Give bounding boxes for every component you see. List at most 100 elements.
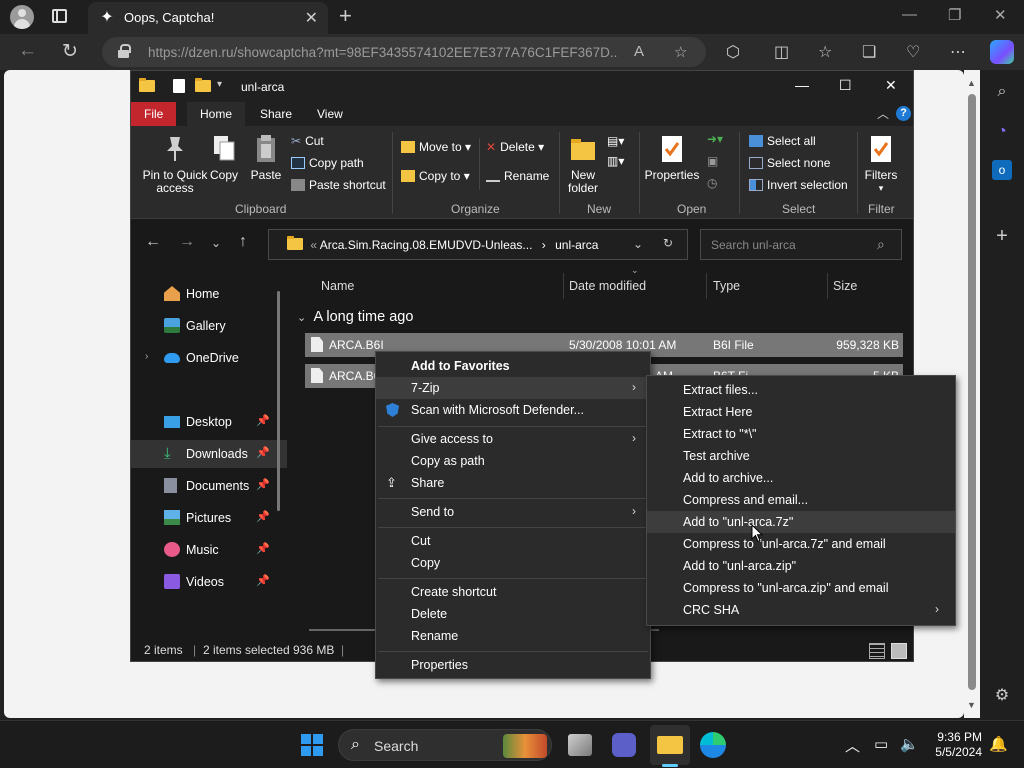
explorer-back-icon[interactable]: ← [145, 233, 161, 251]
collapse-ribbon-icon[interactable]: ︿ [877, 105, 889, 122]
show-hidden-icons-chevron-icon[interactable]: ︿ [845, 735, 860, 756]
url-field[interactable]: https://dzen.ru/showcaptcha?mt=98EF34355… [102, 37, 706, 67]
explorer-minimize-icon[interactable]: — [795, 77, 809, 93]
new-item-icon[interactable]: ▤▾ [607, 134, 624, 148]
submenu-item-add-to-archive[interactable]: Add to archive... [647, 467, 955, 489]
group-header[interactable]: ⌄ A long time ago [297, 309, 413, 325]
search-field[interactable]: Search unl-arca ⌕ [700, 229, 902, 260]
nav-item-gallery[interactable]: Gallery [131, 312, 287, 340]
large-icons-view-icon[interactable] [891, 643, 907, 659]
up-directory-icon[interactable]: ↑ [239, 233, 247, 251]
tab-close-icon[interactable]: ✕ [305, 8, 318, 28]
favorites-icon[interactable]: ☆ [818, 42, 832, 62]
paste-shortcut-button[interactable]: Paste shortcut [291, 178, 386, 192]
taskbar-search[interactable]: ⌕ Search [338, 729, 552, 761]
path-parent[interactable]: Arca.Sim.Racing.08.EMUDVD-Unleas... [320, 238, 533, 252]
path-field[interactable]: « Arca.Sim.Racing.08.EMUDVD-Unleas... › … [268, 229, 688, 260]
details-view-icon[interactable] [869, 643, 885, 659]
close-window-icon[interactable]: ✕ [994, 6, 1007, 24]
nav-item-downloads[interactable]: ⤓ Downloads 📌 [131, 440, 287, 468]
profile-avatar-icon[interactable] [10, 5, 34, 29]
column-header-size[interactable]: Size [833, 267, 857, 305]
column-separator[interactable] [827, 273, 828, 299]
move-to-button[interactable]: Move to ▾ [401, 140, 471, 154]
favorite-star-icon[interactable]: ☆ [674, 43, 687, 61]
split-screen-icon[interactable]: ◫ [774, 42, 789, 62]
column-separator[interactable] [706, 273, 707, 299]
easy-access-icon[interactable]: ▥▾ [607, 154, 624, 168]
submenu-item-add-to-zip[interactable]: Add to "unl-arca.zip" [647, 555, 955, 577]
menu-item-defender-scan[interactable]: Scan with Microsoft Defender... [376, 399, 650, 421]
page-scrollbar[interactable]: ▲ ▼ [964, 70, 980, 718]
refresh-icon[interactable]: ↻ [62, 40, 78, 63]
column-separator[interactable] [563, 273, 564, 299]
collections-icon[interactable]: ❏ [862, 42, 876, 62]
copilot-icon[interactable] [990, 40, 1014, 64]
recent-locations-icon[interactable]: ⌄ [211, 236, 221, 250]
menu-item-copy[interactable]: Copy [376, 552, 650, 574]
notifications-bell-icon[interactable]: 🔔 [989, 735, 1008, 753]
menu-item-create-shortcut[interactable]: Create shortcut [376, 581, 650, 603]
search-icon[interactable]: ⌕ [877, 236, 885, 253]
properties-button[interactable]: Properties [643, 134, 701, 182]
submenu-item-crc-sha[interactable]: CRC SHA › [647, 599, 955, 621]
submenu-item-extract-here[interactable]: Extract Here [647, 401, 955, 423]
pin-quick-access-button[interactable]: Pin to Quick access [137, 134, 213, 195]
edge-browser-icon[interactable] [700, 732, 726, 758]
column-header-date[interactable]: Date modified [569, 267, 646, 305]
submenu-item-add-to-7z[interactable]: Add to "unl-arca.7z" [647, 511, 955, 533]
scroll-up-icon[interactable]: ▲ [967, 78, 976, 88]
tab-file[interactable]: File [131, 102, 177, 126]
select-none-button[interactable]: Select none [749, 156, 830, 170]
outlook-icon[interactable]: o [992, 160, 1012, 180]
edit-icon[interactable]: ▣ [707, 154, 718, 168]
tab-view[interactable]: View [304, 102, 356, 126]
new-folder-quick-icon[interactable] [195, 78, 211, 92]
search-highlight-image-icon[interactable] [503, 734, 547, 758]
nav-item-onedrive[interactable]: › OneDrive [131, 344, 287, 372]
filters-button[interactable]: Filters ▾ [863, 134, 899, 195]
rename-button[interactable]: Rename [486, 169, 549, 183]
copy-button[interactable]: Copy [209, 134, 239, 182]
select-all-button[interactable]: Select all [749, 134, 816, 148]
path-dropdown-icon[interactable]: ⌄ [633, 237, 643, 251]
nav-item-home[interactable]: Home [131, 280, 287, 308]
menu-item-cut[interactable]: Cut [376, 530, 650, 552]
copilot-sidebar-icon[interactable]: ◔ [992, 122, 1012, 142]
menu-item-share[interactable]: ⇪ Share [376, 472, 650, 494]
new-tab-button[interactable]: + [339, 3, 352, 29]
nav-item-music[interactable]: Music 📌 [131, 536, 287, 564]
path-current[interactable]: unl-arca [555, 238, 598, 252]
copy-path-button[interactable]: Copy path [291, 156, 364, 170]
task-view-icon[interactable] [568, 734, 592, 756]
submenu-item-extract-to[interactable]: Extract to "*\" [647, 423, 955, 445]
nav-item-desktop[interactable]: Desktop 📌 [131, 408, 287, 436]
menu-item-add-favorites[interactable]: Add to Favorites [376, 355, 650, 377]
minimize-icon[interactable]: — [902, 6, 917, 23]
lock-icon[interactable] [118, 44, 131, 58]
file-explorer-icon[interactable] [657, 736, 683, 754]
read-aloud-icon[interactable]: A [634, 43, 644, 60]
history-icon[interactable]: ◷ [707, 176, 717, 190]
restore-icon[interactable]: ❐ [948, 6, 961, 24]
new-folder-button[interactable]: New folder [563, 134, 603, 195]
add-sidebar-app-icon[interactable]: + [992, 226, 1012, 246]
explorer-forward-icon[interactable]: → [179, 233, 195, 251]
explorer-maximize-icon[interactable]: ☐ [839, 77, 852, 94]
nav-pane-scrollbar[interactable] [277, 291, 280, 511]
teams-chat-icon[interactable] [612, 733, 636, 757]
scroll-down-icon[interactable]: ▼ [967, 700, 976, 710]
submenu-item-compress-zip-email[interactable]: Compress to "unl-arca.zip" and email [647, 577, 955, 599]
menu-item-properties[interactable]: Properties [376, 654, 650, 676]
tab-share[interactable]: Share [247, 102, 305, 126]
menu-item-delete[interactable]: Delete [376, 603, 650, 625]
submenu-item-test-archive[interactable]: Test archive [647, 445, 955, 467]
help-icon[interactable]: ? [896, 106, 911, 121]
properties-check-icon[interactable] [173, 79, 185, 93]
menu-item-7zip[interactable]: 7-Zip › [376, 377, 650, 399]
volume-icon[interactable]: 🔈 [900, 735, 919, 753]
performance-icon[interactable]: ♡ [906, 42, 920, 62]
column-header-type[interactable]: Type [713, 267, 740, 305]
explorer-close-icon[interactable]: ✕ [885, 77, 897, 94]
start-windows-icon[interactable] [301, 734, 323, 756]
